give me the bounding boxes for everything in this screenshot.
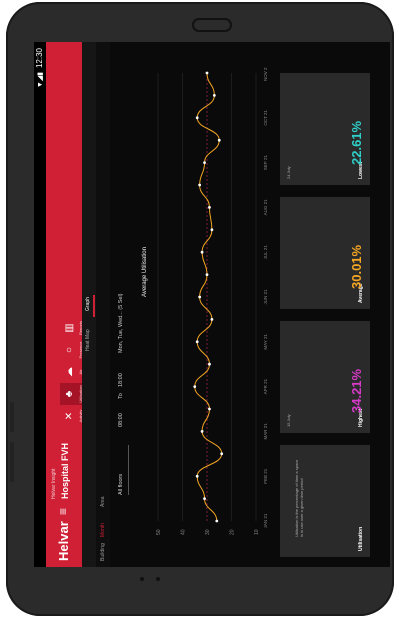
utilisation-note: Utilisation is the percentage of time a … bbox=[294, 459, 304, 537]
data-point[interactable] bbox=[208, 407, 211, 411]
utilisation-icon: ♣ bbox=[64, 390, 75, 398]
tablet-frame: ▼◢▮ 12:30 Helvar ≡ Helvar Insight Hospit… bbox=[6, 2, 394, 616]
lowest-date: 24 July bbox=[286, 166, 291, 179]
app-bar: Helvar ≡ Helvar Insight Hospital FVH ✕ A… bbox=[46, 42, 92, 567]
x-tick-label: MAY 21 bbox=[263, 334, 268, 350]
status-bar: ▼◢▮ 12:30 bbox=[34, 42, 46, 567]
view-switcher: Heat Map Graph bbox=[82, 42, 96, 567]
screen: ▼◢▮ 12:30 Helvar ≡ Helvar Insight Hospit… bbox=[34, 42, 390, 567]
reports-icon: ▥ bbox=[64, 323, 75, 333]
signal-icon: ▼◢▮ bbox=[37, 72, 44, 89]
data-point[interactable] bbox=[217, 138, 221, 142]
days-dropdown[interactable]: Mon, Tue, Wed... (5 Sel) bbox=[118, 293, 124, 353]
app-subtitle: Helvar Insight bbox=[51, 468, 57, 499]
tab-graph[interactable]: Graph bbox=[85, 297, 91, 311]
data-point[interactable] bbox=[220, 452, 224, 456]
highest-value: 34.21% bbox=[349, 368, 364, 413]
data-point[interactable] bbox=[193, 385, 197, 388]
start-time[interactable]: 08:00 bbox=[118, 413, 124, 427]
x-tick-label: SEP 21 bbox=[263, 155, 268, 171]
active-tab-indicator bbox=[93, 295, 95, 317]
data-point[interactable] bbox=[200, 430, 204, 433]
lowest-card: 24 July Lowest 22.61% bbox=[280, 73, 370, 185]
tab-month[interactable]: Month bbox=[100, 523, 106, 537]
data-point[interactable] bbox=[205, 273, 209, 276]
utilisation-title: Utilisation bbox=[358, 526, 364, 551]
speaker-grille bbox=[192, 18, 232, 32]
average-value: 30.01% bbox=[349, 244, 364, 289]
end-time[interactable]: 18:00 bbox=[118, 373, 124, 387]
tab-building[interactable]: Building bbox=[100, 543, 106, 561]
x-tick-label: JUN 21 bbox=[263, 289, 268, 305]
clock: 12:30 bbox=[35, 48, 44, 69]
data-point[interactable] bbox=[208, 362, 211, 366]
average-card: Average 30.01% bbox=[280, 197, 370, 309]
data-point[interactable] bbox=[210, 228, 214, 232]
data-point[interactable] bbox=[208, 205, 211, 209]
power-button[interactable] bbox=[10, 442, 14, 482]
data-point[interactable] bbox=[212, 93, 216, 97]
x-tick-label: JAN 21 bbox=[263, 513, 268, 528]
filter-bar: All floors 08:00 To 18:00 Mon, Tue, Wed.… bbox=[112, 42, 134, 567]
summary-cards: Utilisation is the percentage of time a … bbox=[280, 42, 390, 567]
presence-icon: ○ bbox=[64, 346, 75, 354]
x-tick-label: JUL 21 bbox=[263, 245, 268, 260]
data-point[interactable] bbox=[195, 474, 199, 478]
data-point[interactable] bbox=[198, 183, 202, 187]
utilisation-chart: 10 20 30 40 50 JAN 21 FEB 21 MAR 21 APR 21 MAY 21… bbox=[152, 65, 270, 537]
x-tick-label: OCT 21 bbox=[263, 109, 268, 125]
y-tick-label: 30 bbox=[205, 529, 211, 535]
data-point[interactable] bbox=[210, 317, 214, 321]
tab-heat-map[interactable]: Heat Map bbox=[85, 329, 91, 351]
area-dropdown[interactable]: All floors bbox=[118, 474, 124, 495]
app-viewport: ▼◢▮ 12:30 Helvar ≡ Helvar Insight Hospit… bbox=[34, 42, 390, 567]
data-point[interactable] bbox=[215, 519, 219, 523]
y-tick-label: 20 bbox=[230, 529, 236, 535]
sensor-dot bbox=[156, 577, 160, 581]
site-selector[interactable]: Hospital FVH bbox=[60, 443, 70, 499]
x-tick-label: APR 21 bbox=[263, 378, 268, 394]
to-label: To bbox=[118, 393, 124, 399]
x-tick-label: MAR 21 bbox=[263, 423, 268, 440]
air-icon: ☁ bbox=[64, 367, 75, 377]
data-point[interactable] bbox=[205, 71, 209, 75]
data-point[interactable] bbox=[200, 250, 204, 254]
utilisation-card: Utilisation is the percentage of time a … bbox=[280, 445, 370, 557]
data-point[interactable] bbox=[198, 295, 202, 299]
divider bbox=[128, 445, 129, 495]
data-point[interactable] bbox=[195, 340, 199, 344]
chart-header: Average Utilisation bbox=[142, 42, 152, 567]
activity-icon: ✕ bbox=[64, 411, 75, 421]
data-point[interactable] bbox=[203, 497, 206, 500]
scope-tabs: Building Month Area bbox=[96, 42, 110, 567]
highest-date: 15 July bbox=[286, 414, 291, 427]
y-tick-label: 50 bbox=[156, 529, 162, 535]
sensor-dot bbox=[140, 577, 144, 581]
y-tick-label: 10 bbox=[254, 529, 260, 535]
highest-card: 15 July Highest 34.21% bbox=[280, 321, 370, 433]
lowest-value: 22.61% bbox=[349, 120, 364, 165]
volume-button[interactable] bbox=[10, 402, 14, 432]
y-tick-label: 40 bbox=[181, 529, 187, 535]
chart-title: Average Utilisation bbox=[142, 247, 148, 297]
x-tick-label: FEB 21 bbox=[263, 468, 268, 484]
x-tick-label: AUG 21 bbox=[263, 199, 268, 216]
data-point[interactable] bbox=[203, 161, 206, 164]
x-tick-label: NOV 21 bbox=[263, 67, 268, 81]
hamburger-icon[interactable]: ≡ bbox=[56, 508, 70, 515]
tab-area[interactable]: Area bbox=[100, 496, 106, 507]
line-chart: 10 20 30 40 50 JAN 21 FEB 21 MAR 21 APR 21 MAY 21… bbox=[156, 65, 268, 535]
helvar-logo: Helvar bbox=[56, 521, 71, 561]
data-point[interactable] bbox=[195, 116, 199, 120]
